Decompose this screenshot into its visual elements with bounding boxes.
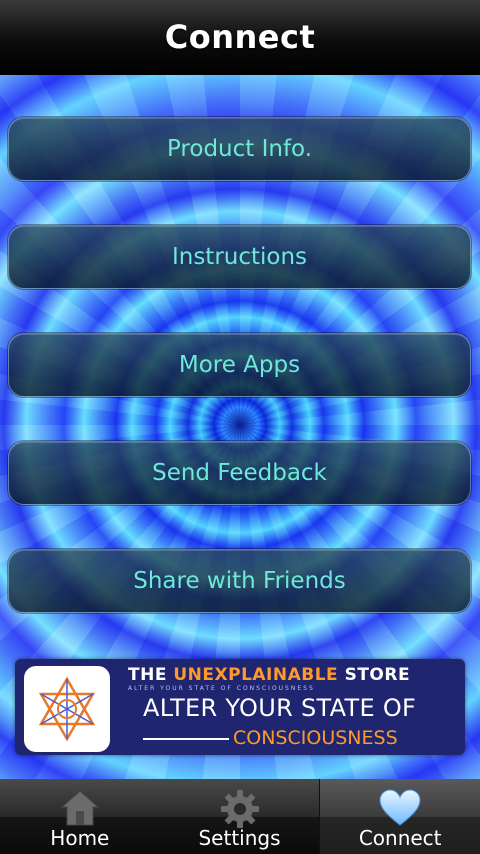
star-of-david-logo-icon	[24, 666, 110, 752]
heart-icon	[379, 789, 421, 832]
store-tagline: ALTER YOUR STATE OF CONSCIOUSNESS	[128, 685, 315, 692]
gear-icon	[220, 789, 260, 834]
product-info-button[interactable]: Product Info.	[8, 117, 471, 181]
instructions-button[interactable]: Instructions	[8, 225, 471, 289]
home-icon	[60, 789, 100, 832]
tab-settings[interactable]: Settings	[160, 779, 320, 854]
share-with-friends-button[interactable]: Share with Friends	[8, 549, 471, 613]
store-banner[interactable]: THE UNEXPLAINABLE STORE ALTER YOUR STATE…	[15, 659, 465, 755]
send-feedback-button[interactable]: Send Feedback	[8, 441, 471, 505]
title-bar: Connect	[0, 0, 480, 75]
tab-home[interactable]: Home	[0, 779, 160, 854]
more-apps-button[interactable]: More Apps	[8, 333, 471, 397]
bottom-tab-bar: Home Settings Connect	[0, 779, 480, 854]
tab-connect[interactable]: Connect	[319, 779, 480, 854]
page-title: Connect	[164, 18, 316, 56]
banner-headline: ALTER YOUR STATE OF	[143, 694, 417, 722]
banner-subheadline: CONSCIOUSNESS	[233, 727, 398, 749]
banner-divider	[143, 738, 229, 740]
store-name: THE UNEXPLAINABLE STORE	[128, 665, 411, 685]
